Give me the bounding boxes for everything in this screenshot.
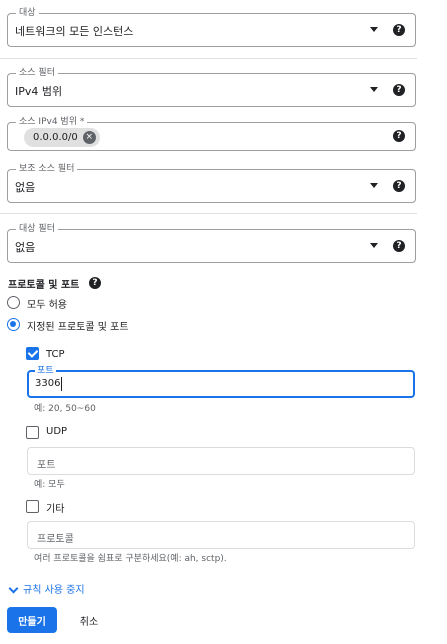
dropdown-arrow-icon[interactable]	[370, 27, 378, 32]
chip-remove-icon[interactable]: ×	[82, 131, 96, 144]
tcp-ports-value: 3306	[35, 378, 61, 389]
udp-ports-hint: 예: 모두	[34, 480, 65, 490]
cancel-button[interactable]: 취소	[69, 607, 109, 633]
disable-rule-toggle[interactable]: 규칙 사용 중지	[8, 581, 85, 596]
divider	[0, 58, 417, 59]
destination-filter-select[interactable]: 대상 필터 없음 ?	[7, 222, 416, 263]
help-icon[interactable]: ?	[393, 84, 405, 96]
other-protocols-input[interactable]: 프로토콜	[27, 521, 415, 549]
other-protocol-label[interactable]: 기타	[46, 500, 64, 515]
ip-range-chip-label: 0.0.0.0/0	[33, 132, 78, 143]
udp-ports-placeholder: 포트	[37, 460, 56, 471]
tcp-checkbox[interactable]	[26, 347, 39, 360]
specified-protocols-radio[interactable]	[7, 318, 20, 331]
other-protocols-placeholder: 프로토콜	[37, 534, 74, 545]
source-ipv4-ranges-field[interactable]: 소스 IPv4 범위 * 0.0.0.0/0 × ?	[7, 115, 416, 151]
destination-filter-label: 대상 필터	[16, 222, 58, 236]
udp-ports-input[interactable]: 포트	[27, 447, 415, 475]
help-icon[interactable]: ?	[89, 277, 101, 289]
target-select[interactable]: 대상 네트워크의 모든 인스턴스 ?	[7, 6, 416, 47]
source-ipv4-label: 소스 IPv4 범위 *	[16, 115, 88, 129]
disable-rule-label: 규칙 사용 중지	[23, 585, 85, 596]
dropdown-arrow-icon[interactable]	[370, 243, 378, 248]
secondary-source-filter-select[interactable]: 보조 소스 필터 없음 ?	[7, 162, 416, 203]
help-icon[interactable]: ?	[393, 130, 405, 142]
udp-label[interactable]: UDP	[46, 426, 67, 437]
source-filter-label: 소스 필터	[16, 66, 58, 80]
tcp-label[interactable]: TCP	[46, 349, 65, 360]
source-filter-value: IPv4 범위	[15, 85, 63, 98]
source-filter-select[interactable]: 소스 필터 IPv4 범위 ?	[7, 66, 416, 107]
help-icon[interactable]: ?	[393, 24, 405, 36]
create-button[interactable]: 만들기	[7, 607, 57, 633]
udp-checkbox[interactable]	[26, 426, 39, 439]
tcp-ports-hint: 예: 20, 50~60	[34, 404, 96, 414]
allow-all-radio[interactable]	[7, 296, 20, 309]
allow-all-label[interactable]: 모두 허용	[27, 296, 67, 311]
divider	[0, 213, 417, 214]
other-protocols-hint: 여러 프로토콜을 쉼표로 구분하세요(예: ah, sctp).	[34, 554, 227, 564]
secondary-source-filter-value: 없음	[15, 181, 36, 194]
help-icon[interactable]: ?	[393, 240, 405, 252]
tcp-ports-input[interactable]: 포트 3306	[27, 364, 415, 398]
target-label: 대상	[16, 6, 39, 20]
target-value: 네트워크의 모든 인스턴스	[15, 25, 134, 38]
chevron-down-icon	[8, 583, 19, 594]
protocols-title: 프로토콜 및 포트	[8, 280, 80, 291]
destination-filter-value: 없음	[15, 241, 36, 254]
text-caret	[61, 377, 62, 391]
other-protocol-checkbox[interactable]	[26, 500, 39, 513]
dropdown-arrow-icon[interactable]	[370, 183, 378, 188]
ip-range-chip: 0.0.0.0/0 ×	[24, 128, 100, 147]
help-icon[interactable]: ?	[393, 180, 405, 192]
dropdown-arrow-icon[interactable]	[370, 87, 378, 92]
specified-protocols-label[interactable]: 지정된 프로토콜 및 포트	[27, 318, 129, 333]
secondary-source-filter-label: 보조 소스 필터	[16, 162, 78, 176]
tcp-ports-label: 포트	[35, 364, 56, 378]
